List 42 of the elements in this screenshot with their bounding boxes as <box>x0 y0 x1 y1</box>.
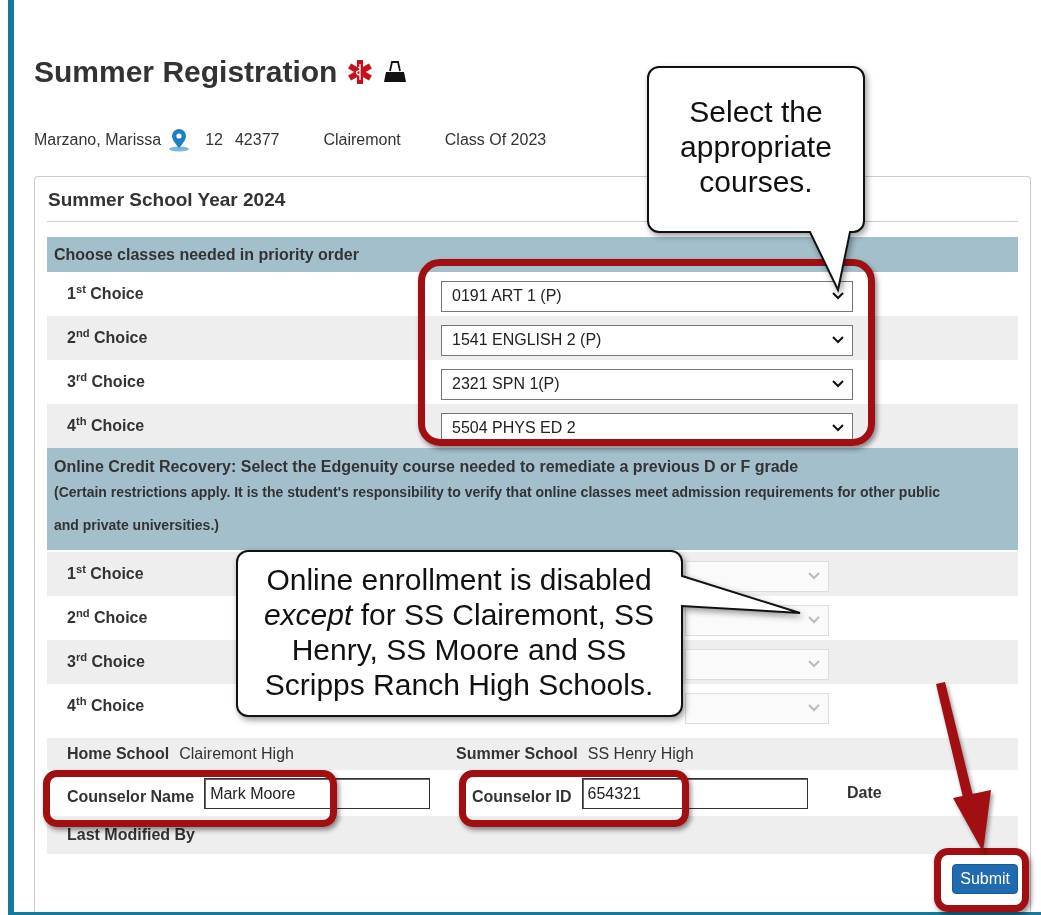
choice-label: 2$^{nd}$ Choice <box>67 329 148 347</box>
choice-label: 4$^{th}$ Choice <box>67 697 145 715</box>
choice-label: 3$^{rd}$ Choice <box>67 653 145 671</box>
text-field[interactable]: Mark Moore <box>204 778 431 809</box>
binder-clip-icon <box>383 61 408 83</box>
student-grade: 12 <box>205 131 223 149</box>
field-label: Last Modified By <box>67 826 195 844</box>
field-label: Counselor Name <box>67 787 195 806</box>
chevron-icon <box>808 660 820 668</box>
submit-button[interactable]: Submit <box>952 864 1018 894</box>
course-select[interactable]: 1541 ENGLISH 2 (P) <box>441 324 853 356</box>
field-label: Home School <box>67 745 170 763</box>
field-label: Date <box>847 784 882 802</box>
student-name: Marzano, Marissa <box>34 131 162 149</box>
course-select[interactable]: 2321 SPN 1(P) <box>441 368 853 400</box>
medical-star-icon <box>347 59 374 85</box>
choice-label: 1$^{st}$ Choice <box>67 565 144 583</box>
chevron-icon <box>832 292 844 300</box>
restriction-note: (Certain restrictions apply. It is the student's responsibility to verify that online classes meet admission requirements for other public and private universities.) <box>54 483 942 535</box>
student-id: 42377 <box>234 131 280 149</box>
choice-label: 4$^{th}$ Choice <box>67 417 145 435</box>
field-value: Clairemont High <box>179 745 294 763</box>
chevron-icon <box>808 572 820 580</box>
field-label: Counselor ID <box>472 787 572 806</box>
choice-label: 1$^{st}$ Choice <box>67 285 144 303</box>
tooltip-text: Online enrollment is disabled except for SS Clairemont, SS Henry, SS Moore and SS Scripps Ranch High Schools. <box>262 562 656 702</box>
chevron-icon <box>832 380 844 388</box>
page-title: Summer Registration <box>34 55 338 89</box>
class-year: Class Of 2023 <box>444 131 547 149</box>
field-label: Summer School <box>456 745 578 763</box>
chevron-icon <box>808 704 820 712</box>
student-school: Clairemont <box>323 131 401 149</box>
chevron-icon <box>832 424 844 432</box>
field-value: SS Henry High <box>587 745 694 763</box>
chevron-icon <box>832 336 844 344</box>
choice-label: 2$^{nd}$ Choice <box>67 609 148 627</box>
chevron-icon <box>808 616 820 624</box>
choice-label: 3$^{rd}$ Choice <box>67 373 145 391</box>
text-field[interactable]: 654321 <box>581 778 808 809</box>
course-select[interactable]: 0191 ART 1 (P) <box>441 280 853 312</box>
section-heading: Online Credit Recovery: Select the Edgenuity course needed to remediate a previous D or F grade <box>54 457 800 476</box>
location-pin-icon <box>167 128 192 152</box>
